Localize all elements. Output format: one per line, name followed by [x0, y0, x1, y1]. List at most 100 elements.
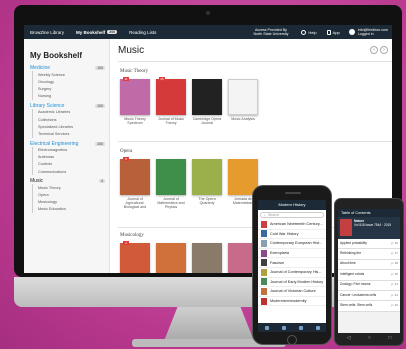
- sidebar-subitem[interactable]: Opera: [32, 191, 105, 199]
- journal-cover: 8: [120, 157, 150, 195]
- section-title: Opera: [120, 149, 133, 154]
- category-count: 4: [99, 179, 105, 184]
- article-row[interactable]: Intelligent robots p. 40: [338, 270, 400, 281]
- tab-browzine-library[interactable]: BrowZine Library: [24, 25, 70, 39]
- home-button[interactable]: [287, 335, 297, 345]
- journal-card[interactable]: Cambridge Opera Journal: [192, 79, 222, 125]
- search-input[interactable]: ⌕ Search: [260, 212, 324, 218]
- journal-thumb: [261, 278, 267, 286]
- journal-title: Music Theory Spectrum: [124, 117, 146, 126]
- list-item[interactable]: Journal of Early Modern History: [258, 278, 326, 288]
- journal-thumb: [261, 297, 267, 305]
- android-header: Table of Contents: [338, 209, 400, 217]
- journal-card[interactable]: 25 Journal of Music Theory: [156, 77, 186, 126]
- journal-card[interactable]: 4: [120, 241, 150, 273]
- lists-tab-icon[interactable]: [298, 325, 303, 330]
- iphone-device: Modern History ⌕ Search American Nineteen…: [252, 185, 332, 345]
- tab-reading-lists[interactable]: Reading Lists: [123, 25, 162, 39]
- journal-thumb: [261, 239, 267, 247]
- list-item[interactable]: Exemplaria: [258, 249, 326, 259]
- new-articles-flag: 4: [123, 241, 129, 245]
- next-arrow-icon[interactable]: ›: [380, 46, 388, 54]
- sidebar-subitem[interactable]: Nursing: [32, 92, 105, 100]
- article-row[interactable]: Zoology: Fish mouse p. 43: [338, 280, 400, 291]
- list-item-label: American Nineteenth Century...: [270, 222, 323, 227]
- list-item-label: Modernism/modernity: [270, 299, 307, 304]
- journal-cover: [192, 159, 222, 195]
- sidebar-subitem[interactable]: Surgery: [32, 85, 105, 93]
- recents-icon[interactable]: □: [388, 335, 391, 341]
- sidebar-subitem[interactable]: Collections: [32, 115, 105, 124]
- sidebar-subitem[interactable]: Music Education: [32, 205, 105, 213]
- journal-title: Journal of Music Theory: [157, 117, 185, 126]
- sidebar-title: My Bookshelf: [30, 51, 83, 60]
- shelf-opera: 8 Journal of Agricultural, Biological and…: [120, 157, 258, 210]
- list-item[interactable]: American Nineteenth Century...: [258, 220, 326, 230]
- article-title: Cancer: Leukaemia cells: [340, 292, 377, 297]
- sidebar-subitem[interactable]: Oncology: [32, 78, 105, 86]
- top-nav-bar: BrowZine Library My Bookshelf 200 Reading…: [24, 25, 392, 39]
- journal-title: Cambridge Opera Journal: [192, 117, 222, 126]
- back-icon[interactable]: ◁: [347, 335, 351, 341]
- journal-card[interactable]: Journal of Mathematics and Physics: [156, 159, 186, 210]
- library-tab-icon[interactable]: [264, 325, 269, 330]
- article-row[interactable]: Stem cells: Stem cells p. 46: [338, 301, 400, 312]
- article-page: p. 36: [391, 240, 398, 245]
- category-label: Medicine: [30, 65, 51, 71]
- app-button[interactable]: App: [322, 29, 345, 35]
- article-row[interactable]: About time p. 38: [338, 259, 400, 271]
- divider: [118, 141, 392, 142]
- sidebar-subitem[interactable]: Technical Services: [32, 130, 105, 138]
- journal-card[interactable]: 11 Music Theory Spectrum: [120, 77, 150, 126]
- list-item[interactable]: Contemporary European Hist...: [258, 239, 326, 249]
- list-item[interactable]: Cold War History: [258, 230, 326, 240]
- bookshelf-tab-icon[interactable]: [281, 325, 286, 330]
- journal-thumb: [261, 220, 267, 228]
- new-articles-flag: 11: [123, 77, 129, 81]
- tab-my-bookshelf[interactable]: My Bookshelf 200: [70, 25, 123, 39]
- sidebar-subitem[interactable]: Specialized Libraries: [32, 123, 105, 131]
- journal-cover: [192, 243, 222, 273]
- new-articles-flag: 8: [123, 157, 129, 161]
- account-menu[interactable]: info@thirdiron.com Logged in: [345, 28, 392, 36]
- sidebar-subitem[interactable]: Controls: [32, 160, 105, 169]
- sidebar-subitem[interactable]: Antennas: [32, 153, 105, 161]
- sidebar-subitem[interactable]: Electromagnetics: [32, 146, 105, 154]
- sidebar-subitem[interactable]: Academic Libraries: [32, 108, 105, 116]
- home-icon[interactable]: ○: [368, 335, 371, 341]
- help-button[interactable]: Help: [296, 29, 321, 35]
- issue-cover: [340, 219, 352, 236]
- journal-card[interactable]: [192, 243, 222, 273]
- list-item[interactable]: Fascism: [258, 258, 326, 268]
- prev-arrow-icon[interactable]: ‹: [370, 46, 378, 54]
- list-item[interactable]: Journal of Victorian Culture: [258, 287, 326, 297]
- iphone-tab-bar: [258, 323, 326, 332]
- journal-title: Music Analysis: [231, 117, 255, 121]
- journal-cover: 25: [156, 77, 186, 115]
- list-item[interactable]: Modernism/modernity: [258, 297, 326, 307]
- camera-dot: [206, 11, 210, 15]
- settings-tab-icon[interactable]: [315, 325, 320, 330]
- journal-card[interactable]: Music Analysis: [228, 79, 258, 125]
- list-item[interactable]: Journal of Contemporary His...: [258, 268, 326, 278]
- journal-card[interactable]: 8 Journal of Agricultural, Biological and: [120, 157, 150, 210]
- journal-thumb: [261, 230, 267, 238]
- sidebar-subitem[interactable]: Weekly Science: [32, 71, 105, 79]
- sidebar-subitem[interactable]: Musicology: [32, 198, 105, 206]
- article-title: Rethinking the: [340, 250, 362, 255]
- journal-thumb: [261, 268, 267, 276]
- user-icon: [348, 29, 355, 35]
- journal-card[interactable]: The Opera Quarterly: [192, 159, 222, 210]
- search-placeholder: Search: [267, 213, 280, 217]
- monitor-stand: [164, 307, 254, 341]
- article-row[interactable]: Cancer: Leukaemia cells p. 44: [338, 290, 400, 302]
- tab-label: Reading Lists: [129, 29, 157, 35]
- sidebar: My Bookshelf Medicine 100 Weekly Science …: [24, 39, 110, 273]
- sidebar-subitem[interactable]: Communications: [32, 168, 105, 176]
- list-item-label: Journal of Early Modern History: [270, 279, 324, 284]
- article-page: p. 38: [391, 261, 398, 266]
- article-row[interactable]: Rethinking the p. 37: [338, 249, 400, 260]
- sidebar-subitem[interactable]: Music Theory: [32, 184, 105, 192]
- article-row[interactable]: Applied probability p. 36: [338, 239, 400, 250]
- journal-card[interactable]: [156, 243, 186, 273]
